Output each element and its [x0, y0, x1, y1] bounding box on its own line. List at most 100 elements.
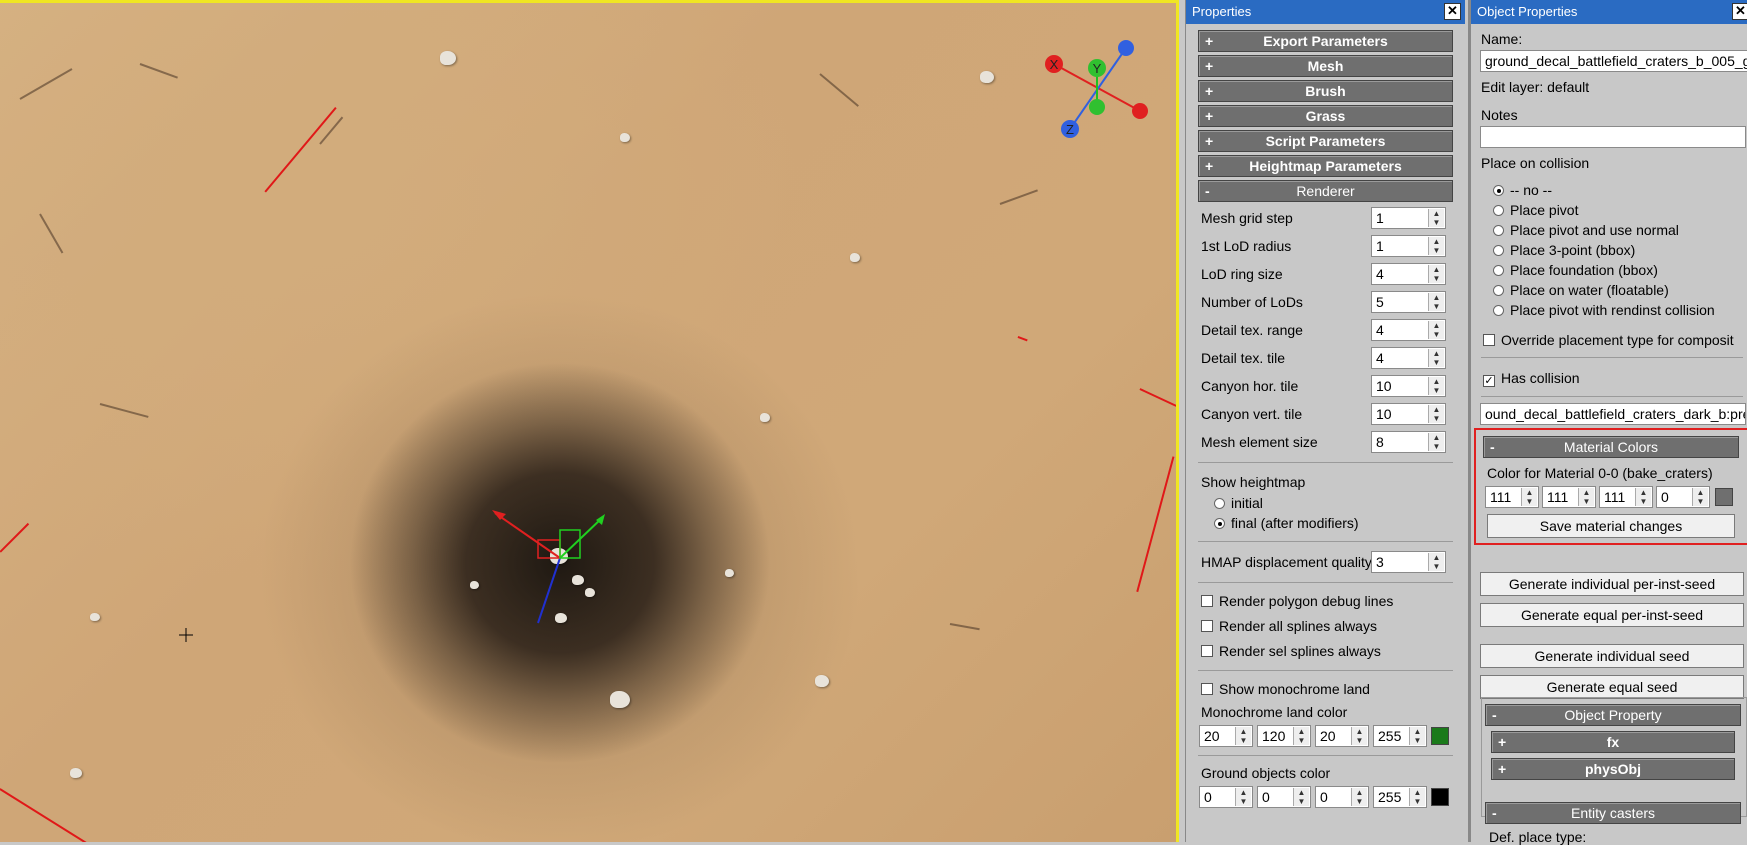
- material-color-swatch[interactable]: [1715, 488, 1733, 506]
- radio-button[interactable]: [1493, 205, 1504, 216]
- spinner-arrows-icon[interactable]: ▲ ▼: [1428, 237, 1444, 255]
- property-spinner[interactable]: 1 ▲ ▼: [1371, 207, 1446, 229]
- radio-button[interactable]: [1493, 285, 1504, 296]
- neg-x-axis-handle[interactable]: [1132, 103, 1148, 119]
- spinner-arrows-icon[interactable]: ▲ ▼: [1293, 727, 1309, 745]
- checkbox-checked[interactable]: ✓: [1483, 375, 1495, 387]
- place-option-radio[interactable]: Place foundation (bbox): [1493, 262, 1743, 282]
- place-option-radio[interactable]: Place pivot and use normal: [1493, 222, 1743, 242]
- checkbox[interactable]: [1201, 620, 1213, 632]
- spinner-arrows-icon[interactable]: ▲ ▼: [1428, 209, 1444, 227]
- property-spinner[interactable]: 4 ▲ ▼: [1371, 319, 1446, 341]
- radio-final[interactable]: final (after modifiers): [1186, 515, 1465, 535]
- radio-initial[interactable]: initial: [1186, 495, 1465, 515]
- property-spinner[interactable]: 5 ▲ ▼: [1371, 291, 1446, 313]
- entity-casters-header[interactable]: - Entity casters: [1485, 802, 1741, 824]
- close-icon[interactable]: ✕: [1732, 3, 1747, 20]
- render-option-checkbox[interactable]: Render polygon debug lines: [1186, 589, 1465, 614]
- asset-name-input[interactable]: ound_decal_battlefield_craters_dark_b:pr…: [1480, 403, 1746, 425]
- ground-color-channel-spinner[interactable]: 0 ▲ ▼: [1199, 786, 1253, 808]
- spinner-arrows-icon[interactable]: ▲ ▼: [1692, 488, 1708, 506]
- spinner-arrows-icon[interactable]: ▲ ▼: [1428, 293, 1444, 311]
- hmap-quality-spinner[interactable]: 3 ▲ ▼: [1371, 551, 1446, 573]
- section-header-heightmap-parameters[interactable]: + Heightmap Parameters: [1198, 155, 1453, 177]
- ground-color-channel-spinner[interactable]: 0 ▲ ▼: [1257, 786, 1311, 808]
- axis-compass[interactable]: X Y Z: [1040, 38, 1155, 138]
- mono-color-channel-spinner[interactable]: 20 ▲ ▼: [1315, 725, 1369, 747]
- section-header-script-parameters[interactable]: + Script Parameters: [1198, 130, 1453, 152]
- spinner-arrows-icon[interactable]: ▲ ▼: [1428, 321, 1444, 339]
- object-property-header[interactable]: - Object Property: [1485, 704, 1741, 726]
- neg-y-axis-handle[interactable]: [1089, 99, 1105, 115]
- mono-color-channel-spinner[interactable]: 20 ▲ ▼: [1199, 725, 1253, 747]
- close-icon[interactable]: ✕: [1444, 3, 1461, 20]
- material-colors-header[interactable]: - Material Colors: [1483, 436, 1739, 458]
- material-channel-spinner[interactable]: 111 ▲ ▼: [1542, 486, 1596, 508]
- spinner-arrows-icon[interactable]: ▲ ▼: [1293, 788, 1309, 806]
- spinner-arrows-icon[interactable]: ▲ ▼: [1235, 788, 1251, 806]
- generate-seed-button[interactable]: Generate individual seed: [1480, 644, 1744, 668]
- place-option-radio[interactable]: Place pivot: [1493, 202, 1743, 222]
- mono-color-channel-spinner[interactable]: 255 ▲ ▼: [1373, 725, 1427, 747]
- transform-gizmo[interactable]: [470, 498, 620, 628]
- 3d-viewport[interactable]: X Y Z: [0, 0, 1179, 842]
- save-material-changes-button[interactable]: Save material changes: [1487, 514, 1735, 538]
- checkbox[interactable]: [1201, 645, 1213, 657]
- property-spinner[interactable]: 1 ▲ ▼: [1371, 235, 1446, 257]
- ground-color-swatch[interactable]: [1431, 788, 1449, 806]
- checkbox[interactable]: [1483, 334, 1495, 346]
- spinner-arrows-icon[interactable]: ▲ ▼: [1521, 488, 1537, 506]
- section-header-renderer[interactable]: - Renderer: [1198, 180, 1453, 202]
- spinner-arrows-icon[interactable]: ▲ ▼: [1409, 727, 1425, 745]
- spinner-arrows-icon[interactable]: ▲ ▼: [1235, 727, 1251, 745]
- generate-seed-button[interactable]: Generate individual per-inst-seed: [1480, 572, 1744, 596]
- mono-color-channel-spinner[interactable]: 120 ▲ ▼: [1257, 725, 1311, 747]
- material-channel-spinner[interactable]: 0 ▲ ▼: [1656, 486, 1710, 508]
- radio-button[interactable]: [1493, 305, 1504, 316]
- generate-seed-button[interactable]: Generate equal seed: [1480, 675, 1744, 699]
- spinner-arrows-icon[interactable]: ▲ ▼: [1428, 265, 1444, 283]
- section-header-brush[interactable]: + Brush: [1198, 80, 1453, 102]
- checkbox[interactable]: [1201, 683, 1213, 695]
- section-header-export-parameters[interactable]: + Export Parameters: [1198, 30, 1453, 52]
- override-placement-checkbox[interactable]: Override placement type for composit: [1483, 332, 1734, 348]
- section-header-grass[interactable]: + Grass: [1198, 105, 1453, 127]
- radio-button[interactable]: [1214, 498, 1225, 509]
- spinner-arrows-icon[interactable]: ▲ ▼: [1428, 553, 1444, 571]
- place-option-radio[interactable]: -- no --: [1493, 182, 1743, 202]
- render-option-checkbox[interactable]: Render all splines always: [1186, 614, 1465, 639]
- radio-button[interactable]: [1493, 225, 1504, 236]
- spinner-arrows-icon[interactable]: ▲ ▼: [1428, 433, 1444, 451]
- radio-button[interactable]: [1493, 245, 1504, 256]
- spinner-arrows-icon[interactable]: ▲ ▼: [1578, 488, 1594, 506]
- spinner-arrows-icon[interactable]: ▲ ▼: [1351, 727, 1367, 745]
- material-channel-spinner[interactable]: 111 ▲ ▼: [1599, 486, 1653, 508]
- has-collision-checkbox[interactable]: ✓ Has collision: [1483, 370, 1580, 387]
- mono-color-swatch[interactable]: [1431, 727, 1449, 745]
- spinner-arrows-icon[interactable]: ▲ ▼: [1351, 788, 1367, 806]
- place-option-radio[interactable]: Place pivot with rendinst collision: [1493, 302, 1743, 322]
- property-spinner[interactable]: 4 ▲ ▼: [1371, 347, 1446, 369]
- notes-input[interactable]: [1480, 126, 1746, 148]
- section-header-mesh[interactable]: + Mesh: [1198, 55, 1453, 77]
- physobj-section-header[interactable]: + physObj: [1491, 758, 1735, 780]
- ground-color-channel-spinner[interactable]: 0 ▲ ▼: [1315, 786, 1369, 808]
- spinner-arrows-icon[interactable]: ▲ ▼: [1428, 405, 1444, 423]
- radio-button[interactable]: [1493, 265, 1504, 276]
- property-spinner[interactable]: 10 ▲ ▼: [1371, 403, 1446, 425]
- spinner-arrows-icon[interactable]: ▲ ▼: [1428, 349, 1444, 367]
- fx-section-header[interactable]: + fx: [1491, 731, 1735, 753]
- generate-seed-button[interactable]: Generate equal per-inst-seed: [1480, 603, 1744, 627]
- name-input[interactable]: ground_decal_battlefield_craters_b_005_g: [1480, 50, 1747, 72]
- radio-button[interactable]: [1493, 185, 1504, 196]
- property-spinner[interactable]: 4 ▲ ▼: [1371, 263, 1446, 285]
- material-channel-spinner[interactable]: 111 ▲ ▼: [1485, 486, 1539, 508]
- place-option-radio[interactable]: Place on water (floatable): [1493, 282, 1743, 302]
- property-spinner[interactable]: 8 ▲ ▼: [1371, 431, 1446, 453]
- ground-color-channel-spinner[interactable]: 255 ▲ ▼: [1373, 786, 1427, 808]
- spinner-arrows-icon[interactable]: ▲ ▼: [1409, 788, 1425, 806]
- place-option-radio[interactable]: Place 3-point (bbox): [1493, 242, 1743, 262]
- checkbox[interactable]: [1201, 595, 1213, 607]
- show-monochrome-checkbox[interactable]: Show monochrome land: [1186, 677, 1465, 701]
- render-option-checkbox[interactable]: Render sel splines always: [1186, 639, 1465, 664]
